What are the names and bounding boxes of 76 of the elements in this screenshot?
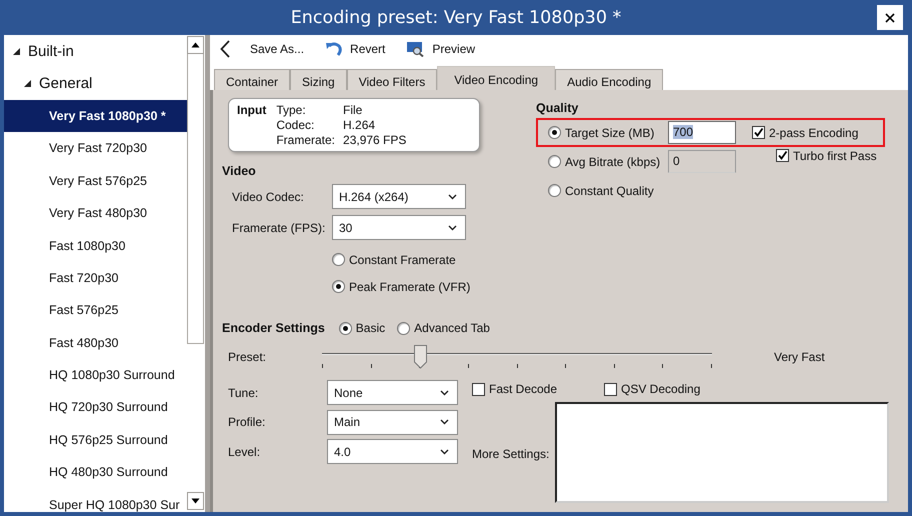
section-heading: Video [222,164,257,178]
input-heading: Input [237,103,266,119]
dropdown[interactable]: H.264 (x264) [332,184,466,209]
checkbox-option[interactable]: 2-pass Encoding [752,126,858,140]
tree-item[interactable]: HQ 576p25 Surround [4,424,187,456]
preset-value: Very Fast [774,350,825,364]
info-label: Framerate: [276,133,336,147]
tree-item[interactable]: HQ 1080p30 Surround [4,358,187,392]
window-title: Encoding preset: Very Fast 1080p30 * [290,8,622,28]
check-mark-icon [777,150,788,161]
more-settings-field[interactable] [555,402,890,503]
check-mark-icon [753,127,764,138]
scroll-up-button[interactable] [187,36,204,54]
checkbox-option[interactable]: Turbo first Pass [776,148,877,162]
section-heading: Quality [536,101,580,115]
info-value: H.264 [343,118,376,132]
tree-item[interactable]: Fast 1080p30 [4,229,187,262]
radio-option[interactable]: Avg Bitrate (kbps) [548,154,668,168]
radio-option[interactable]: Constant Quality [548,184,668,198]
section-heading: Encoder Settings [222,321,325,335]
close-button[interactable] [877,5,903,30]
radio-option[interactable]: Basic [338,321,386,335]
input-field[interactable]: 700 [668,121,736,144]
scroll-thumb[interactable] [187,54,204,344]
preview-button[interactable]: Preview [403,37,480,61]
info-value: 23,976 FPS [343,133,406,147]
tree-item[interactable]: Fast 576p25 [4,294,187,327]
dropdown[interactable]: Main [327,410,458,435]
info-label: Type: [276,103,307,117]
info-label: Codec: [276,118,316,132]
magnifier-screen-icon [407,42,424,56]
tree-item[interactable]: HQ 480p30 Surround [4,456,187,488]
tree-item[interactable]: HQ 720p30 Surround [4,391,187,424]
tree-item[interactable]: Fast 720p30 [4,262,187,294]
radio-option[interactable]: Advanced Tab [397,321,490,335]
chevron-down-icon [440,390,449,396]
field-label: Profile: [228,415,266,430]
tree-item[interactable]: Built-in [4,35,187,68]
dropdown[interactable]: None [327,380,458,406]
chevron-left-icon [220,40,230,58]
radio-option[interactable]: Peak Framerate (VFR) [332,280,470,294]
radio-option[interactable]: Target Size (MB) [548,126,668,140]
field-label: Framerate (FPS): [232,220,326,234]
tree-item[interactable]: Very Fast 1080p30 * [4,100,187,132]
tree-item[interactable]: Very Fast 576p25 [4,164,187,197]
dropdown[interactable]: 4.0 [327,439,458,464]
scrollbar[interactable] [187,35,205,512]
down-arrow-icon [191,498,200,504]
undo-arrow-icon [326,42,342,56]
scroll-down-button[interactable] [187,492,204,510]
info-value: File [343,103,364,117]
radio-option[interactable]: Constant Framerate [332,252,456,266]
chevron-down-icon [448,224,457,230]
tree-item[interactable]: General [4,67,187,100]
field-label: More Settings: [472,447,550,461]
dropdown[interactable]: 30 [332,215,466,240]
checkbox-option[interactable]: QSV Decoding [604,382,700,396]
up-arrow-icon [191,42,200,48]
field-label: Level: [228,444,262,459]
input-field[interactable]: 0 [668,150,736,173]
tree-item[interactable]: Very Fast 480p30 [4,196,187,230]
close-icon [885,12,895,22]
field-label: Tune: [228,386,260,400]
checkbox-option[interactable]: Fast Decode [472,382,604,396]
tree-item[interactable]: Very Fast 720p30 [4,132,187,165]
tree-item[interactable]: Fast 480p30 [4,326,187,359]
chevron-down-icon [440,419,449,426]
preset-slider[interactable] [322,344,712,370]
chevron-down-icon [448,194,457,200]
field-label: Preset: [228,350,268,364]
slider-thumb[interactable] [414,345,426,369]
revert-button[interactable]: Revert [322,37,390,61]
chevron-down-icon [440,448,449,455]
tree-item[interactable]: Super HQ 1080p30 Sur [4,488,187,512]
save-as-button[interactable]: Save As... [246,37,308,61]
field-label: Video Codec: [232,190,305,204]
